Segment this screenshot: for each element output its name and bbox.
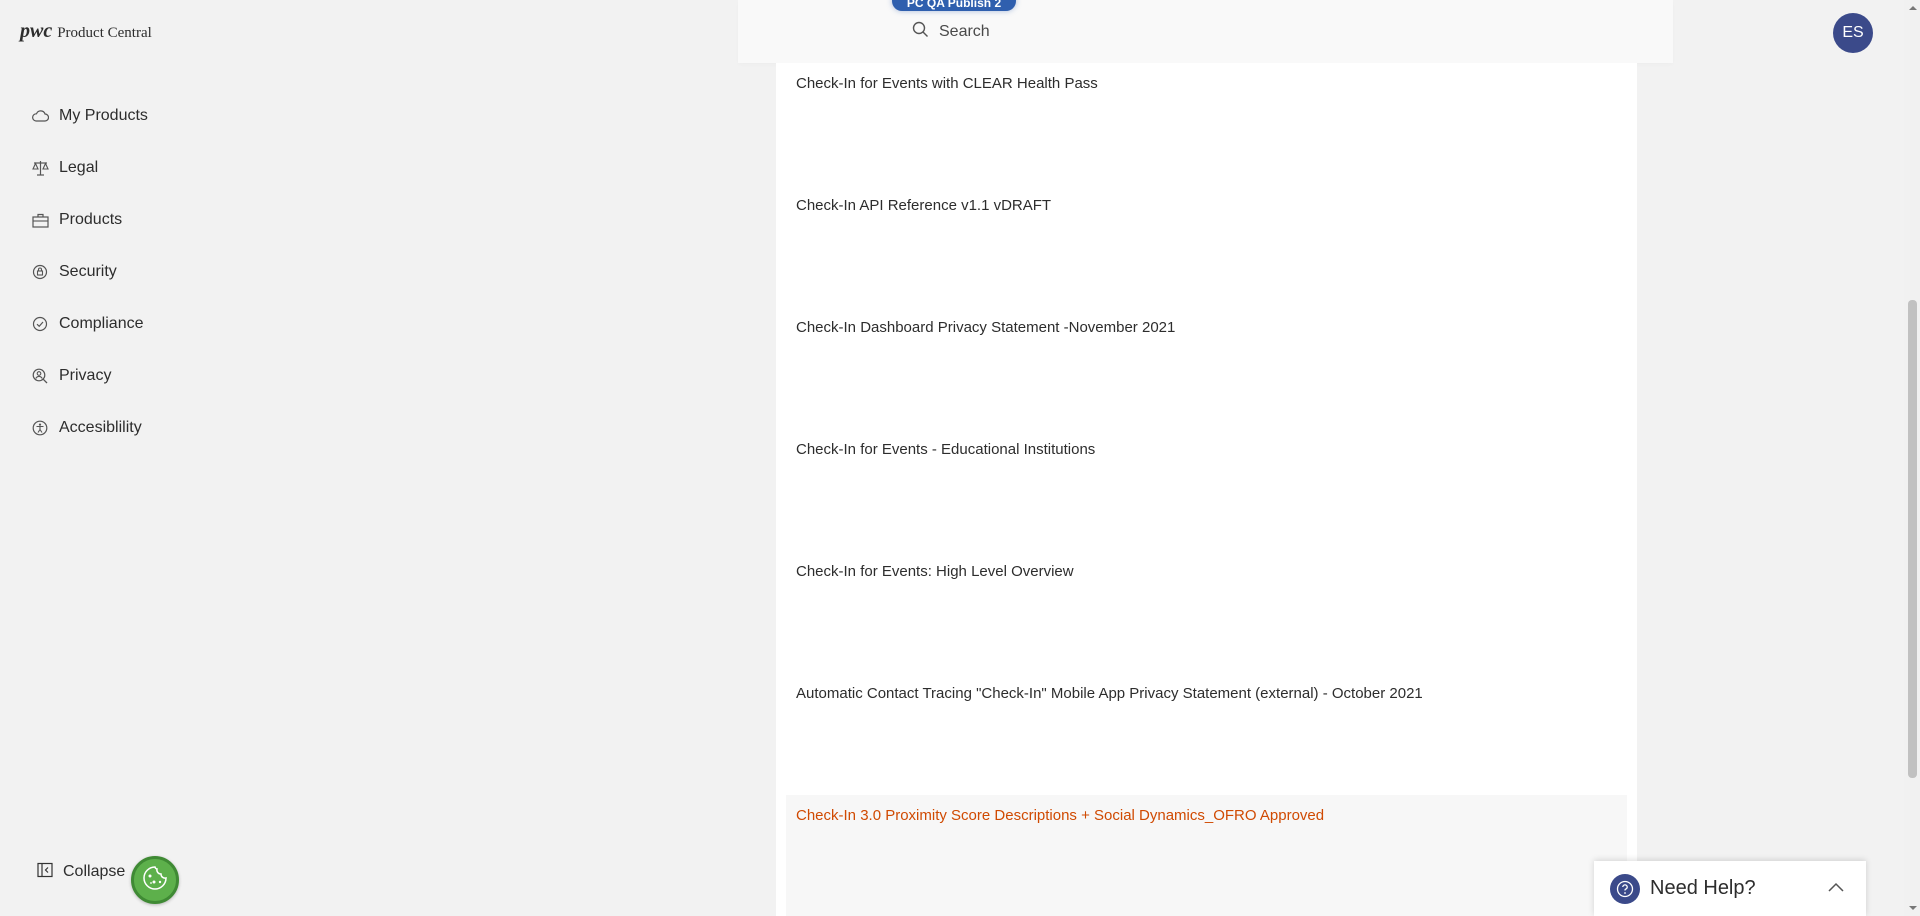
cloud-icon	[31, 107, 49, 125]
page-scrollbar[interactable]	[1904, 0, 1920, 916]
sidebar-item-products[interactable]: Products	[31, 205, 122, 235]
search-placeholder: Search	[939, 23, 990, 40]
sidebar-item-security[interactable]: Security	[31, 257, 117, 287]
chevron-up-icon[interactable]	[1828, 879, 1844, 897]
need-help-label: Need Help?	[1650, 877, 1756, 899]
collapse-label: Collapse	[63, 863, 126, 880]
user-avatar[interactable]: ES	[1833, 13, 1873, 53]
list-item-hovered[interactable]: Check-In 3.0 Proximity Score Description…	[786, 795, 1627, 916]
scroll-down-arrow-icon[interactable]	[1908, 903, 1917, 912]
check-circle-icon	[31, 315, 49, 333]
sidebar-item-label: Accesiblility	[59, 419, 142, 436]
sidebar-item-label: Privacy	[59, 367, 112, 384]
scroll-up-arrow-icon[interactable]	[1908, 3, 1917, 12]
sidebar-item-label: Products	[59, 211, 123, 228]
need-help-widget[interactable]: Need Help?	[1594, 861, 1866, 916]
list-item[interactable]: Automatic Contact Tracing "Check-In" Mob…	[776, 673, 1637, 795]
briefcase-icon	[31, 211, 49, 229]
sidebar-item-privacy[interactable]: Privacy	[31, 361, 111, 391]
sidebar-item-label: Security	[59, 263, 117, 280]
environment-badge: PC QA Publish 2	[892, 0, 1016, 11]
cookie-settings-button[interactable]	[131, 856, 179, 904]
scrollbar-thumb[interactable]	[1908, 300, 1917, 778]
logo-mark: pwc	[20, 20, 53, 42]
search-icon	[912, 21, 929, 43]
sidebar-item-compliance[interactable]: Compliance	[31, 309, 143, 339]
collapse-button[interactable]: Collapse	[37, 857, 125, 887]
cookie-icon	[141, 864, 169, 897]
sidebar-item-my-products[interactable]: My Products	[31, 101, 148, 131]
shield-icon	[31, 263, 49, 281]
search-bar-container	[738, 0, 1673, 63]
document-list: Check-In for Events with CLEAR Health Pa…	[776, 63, 1637, 916]
sidebar-item-accessibility[interactable]: Accesiblility	[31, 413, 142, 443]
app-name: Product Central	[57, 25, 152, 41]
list-item[interactable]: Check-In API Reference v1.1 vDRAFT	[776, 185, 1637, 307]
list-item[interactable]: Check-In for Events with CLEAR Health Pa…	[776, 63, 1637, 185]
document-title[interactable]: Check-In for Events: High Level Overview	[796, 563, 1074, 580]
help-question-icon	[1610, 873, 1640, 904]
scales-icon	[31, 159, 49, 177]
sidebar-item-label: Legal	[59, 159, 99, 176]
collapse-sidebar-icon	[37, 862, 53, 883]
pwc-logo[interactable]: pwc Product Central	[20, 20, 152, 43]
list-item[interactable]: Check-In for Events - Educational Instit…	[776, 429, 1637, 551]
document-title[interactable]: Check-In Dashboard Privacy Statement -No…	[796, 319, 1175, 336]
list-item[interactable]: Check-In Dashboard Privacy Statement -No…	[776, 307, 1637, 429]
document-title[interactable]: Check-In for Events with CLEAR Health Pa…	[796, 75, 1098, 92]
sidebar-item-legal[interactable]: Legal	[31, 153, 98, 183]
sidebar: My Products Legal Products Security Comp…	[0, 63, 260, 916]
sidebar-item-label: My Products	[59, 107, 148, 124]
accessibility-icon	[31, 419, 49, 437]
document-title[interactable]: Check-In API Reference v1.1 vDRAFT	[796, 197, 1051, 214]
document-title[interactable]: Check-In 3.0 Proximity Score Description…	[796, 807, 1324, 824]
sidebar-item-label: Compliance	[59, 315, 144, 332]
list-item[interactable]: Check-In for Events: High Level Overview	[776, 551, 1637, 673]
user-search-icon	[31, 367, 49, 385]
document-title[interactable]: Automatic Contact Tracing "Check-In" Mob…	[796, 685, 1423, 702]
document-title[interactable]: Check-In for Events - Educational Instit…	[796, 441, 1095, 458]
search-input[interactable]: Search	[912, 20, 990, 44]
